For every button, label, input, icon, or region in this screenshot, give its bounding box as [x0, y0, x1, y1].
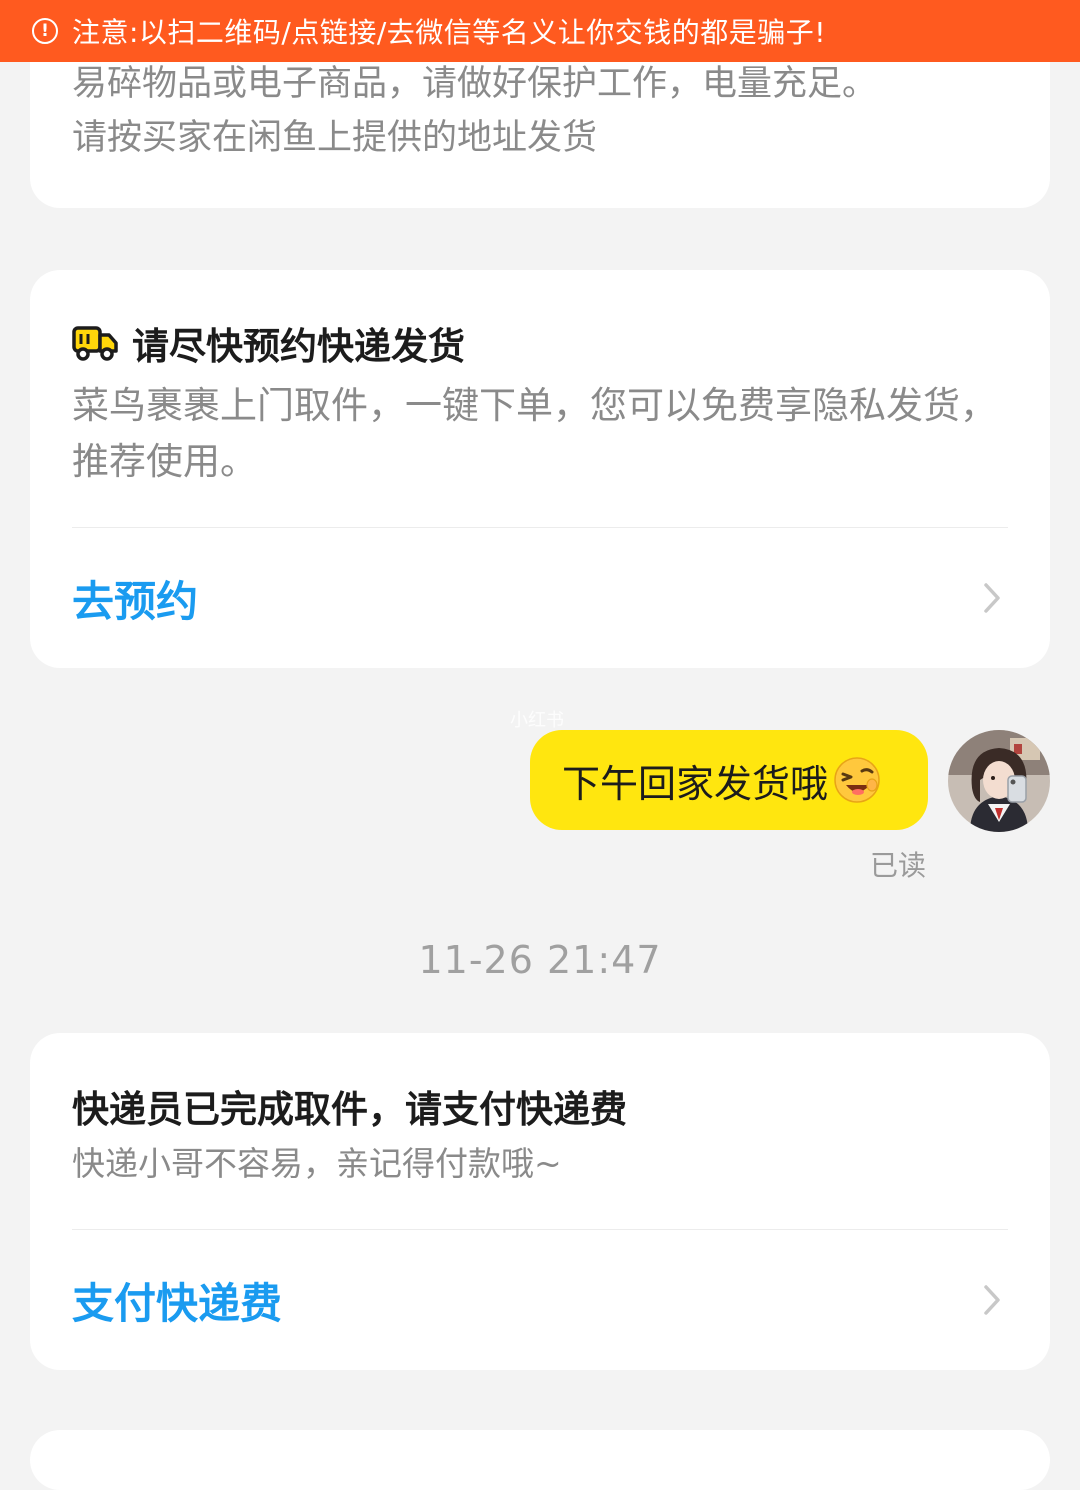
pay-shipping-fee-label: 支付快递费 — [72, 1278, 283, 1328]
exclamation-circle-icon: ! — [32, 18, 58, 44]
shipping-fee-card: 快递员已完成取件，请支付快递费 快递小哥不容易，亲记得付款哦~ 支付快递费 — [30, 1033, 1050, 1370]
pickup-card-description: 菜鸟裹裹上门取件，一键下单，您可以免费享隐私发货，推荐使用。 — [72, 384, 997, 483]
shipping-address-note: 请按买家在闲鱼上提供的地址发货 — [72, 118, 598, 158]
book-pickup-button[interactable]: 去预约 — [30, 528, 1050, 668]
book-pickup-label: 去预约 — [72, 576, 199, 626]
warning-text: 注意:以扫二维码/点链接/去微信等名义让你交钱的都是骗子! — [72, 16, 827, 49]
watermark: 小红书 — [510, 710, 564, 731]
chevron-right-icon — [984, 1285, 1000, 1315]
chevron-right-icon — [984, 583, 1000, 613]
scam-warning-banner: ! 注意:以扫二维码/点链接/去微信等名义让你交钱的都是骗子! — [0, 0, 1080, 62]
avatar-image — [948, 730, 1050, 832]
fee-card-description: 快递小哥不容易，亲记得付款哦~ — [72, 1144, 562, 1183]
message-text: 下午回家发货哦 — [562, 761, 829, 806]
pickup-booking-card: 请尽快预约快递发货 菜鸟裹裹上门取件，一键下单，您可以免费享隐私发货，推荐使用。… — [30, 270, 1050, 668]
pickup-card-header: 请尽快预约快递发货 — [72, 316, 465, 370]
truck-icon — [72, 326, 118, 361]
pickup-card-title: 请尽快预约快递发货 — [132, 325, 465, 368]
laughing-emoji-icon — [834, 757, 880, 803]
message-timestamp: 11-26 21:47 — [418, 938, 662, 982]
avatar[interactable] — [948, 730, 1050, 832]
message-bubble[interactable]: 下午回家发货哦 — [530, 730, 928, 830]
shipping-note-line: 易碎物品或电子商品，请做好保护工作，电量充足。 — [72, 64, 878, 104]
read-status: 已读 — [869, 849, 926, 882]
next-card — [30, 1430, 1050, 1490]
pay-shipping-fee-button[interactable]: 支付快递费 — [30, 1230, 1050, 1370]
fee-card-title: 快递员已完成取件，请支付快递费 — [72, 1088, 627, 1131]
